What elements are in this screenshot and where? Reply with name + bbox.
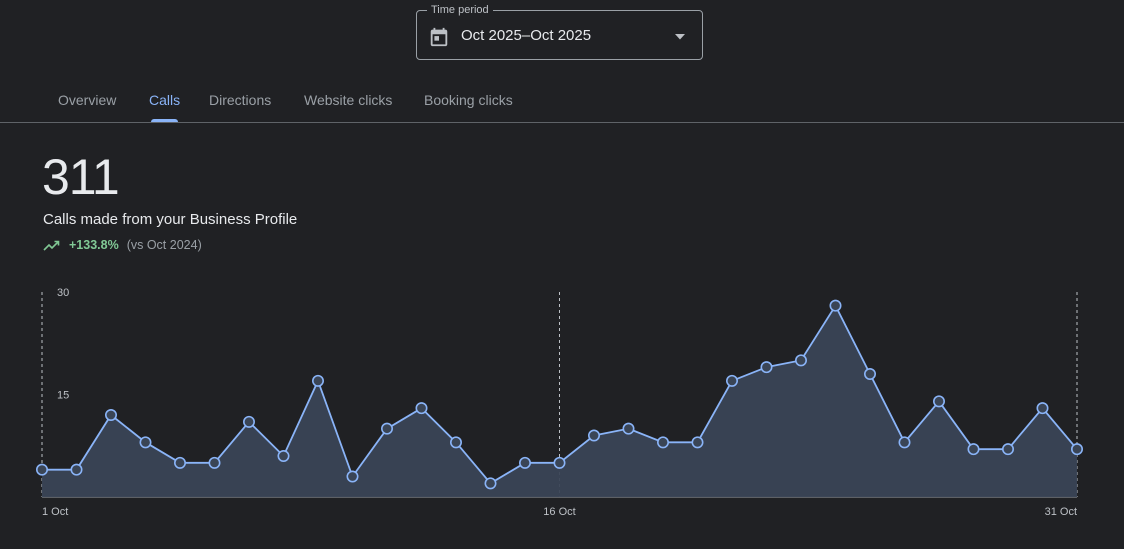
data-point (691, 436, 704, 449)
data-point (932, 395, 945, 408)
trending-up-icon (43, 240, 60, 251)
data-point (449, 436, 462, 449)
data-point (380, 422, 393, 435)
data-point (346, 470, 359, 483)
data-point (553, 456, 566, 469)
metric-caption: Calls made from your Business Profile (43, 211, 298, 228)
data-point (518, 456, 531, 469)
data-point (898, 436, 911, 449)
metric-tabs: Overview Calls Directions Website clicks… (0, 80, 1124, 123)
y-tick-label: 30 (57, 287, 69, 299)
tab-booking-clicks[interactable]: Booking clicks (424, 91, 513, 109)
chevron-down-icon (675, 34, 685, 40)
data-point (139, 436, 152, 449)
data-point (1071, 443, 1084, 456)
active-tab-indicator (151, 119, 178, 122)
data-point (587, 429, 600, 442)
tab-directions[interactable]: Directions (209, 91, 271, 109)
data-point (243, 415, 256, 428)
comparison-period: (vs Oct 2024) (126, 238, 202, 252)
data-point (35, 463, 48, 476)
data-point (70, 463, 83, 476)
data-point (656, 436, 669, 449)
data-point (208, 456, 221, 469)
data-point (174, 456, 187, 469)
data-point (794, 354, 807, 367)
data-point (622, 422, 635, 435)
data-point (760, 361, 773, 374)
data-point (1036, 402, 1049, 415)
trend-summary: +133.8% (vs Oct 2024) (43, 236, 202, 254)
calendar-icon (430, 27, 448, 47)
time-period-dropdown[interactable]: Time period Oct 2025–Oct 2025 (416, 3, 703, 60)
data-point (415, 402, 428, 415)
data-point (484, 477, 497, 490)
tab-website-clicks[interactable]: Website clicks (304, 91, 392, 109)
data-point (725, 374, 738, 387)
data-point (863, 368, 876, 381)
x-tick-label: 31 Oct (1045, 506, 1077, 518)
data-point (829, 299, 842, 312)
tab-calls[interactable]: Calls (149, 91, 180, 109)
performance-page: Time period Oct 2025–Oct 2025 Overview C… (0, 0, 1124, 549)
x-tick-label: 16 Oct (543, 506, 575, 518)
data-point (311, 374, 324, 387)
time-period-value: Oct 2025–Oct 2025 (461, 27, 592, 44)
total-calls-value: 311 (42, 149, 120, 205)
percent-change: +133.8% (69, 238, 119, 252)
calls-line-chart: 15 30 1 Oct 16 Oct 31 Oct (35, 287, 1084, 518)
time-period-label: Time period (427, 3, 493, 17)
calls-chart: 15 30 1 Oct 16 Oct 31 Oct (0, 280, 1124, 549)
data-point (105, 409, 118, 422)
data-point (277, 450, 290, 463)
y-tick-label: 15 (57, 390, 69, 402)
tab-overview[interactable]: Overview (58, 91, 116, 109)
data-point (1001, 443, 1014, 456)
data-point (967, 443, 980, 456)
x-tick-label: 1 Oct (42, 506, 68, 518)
